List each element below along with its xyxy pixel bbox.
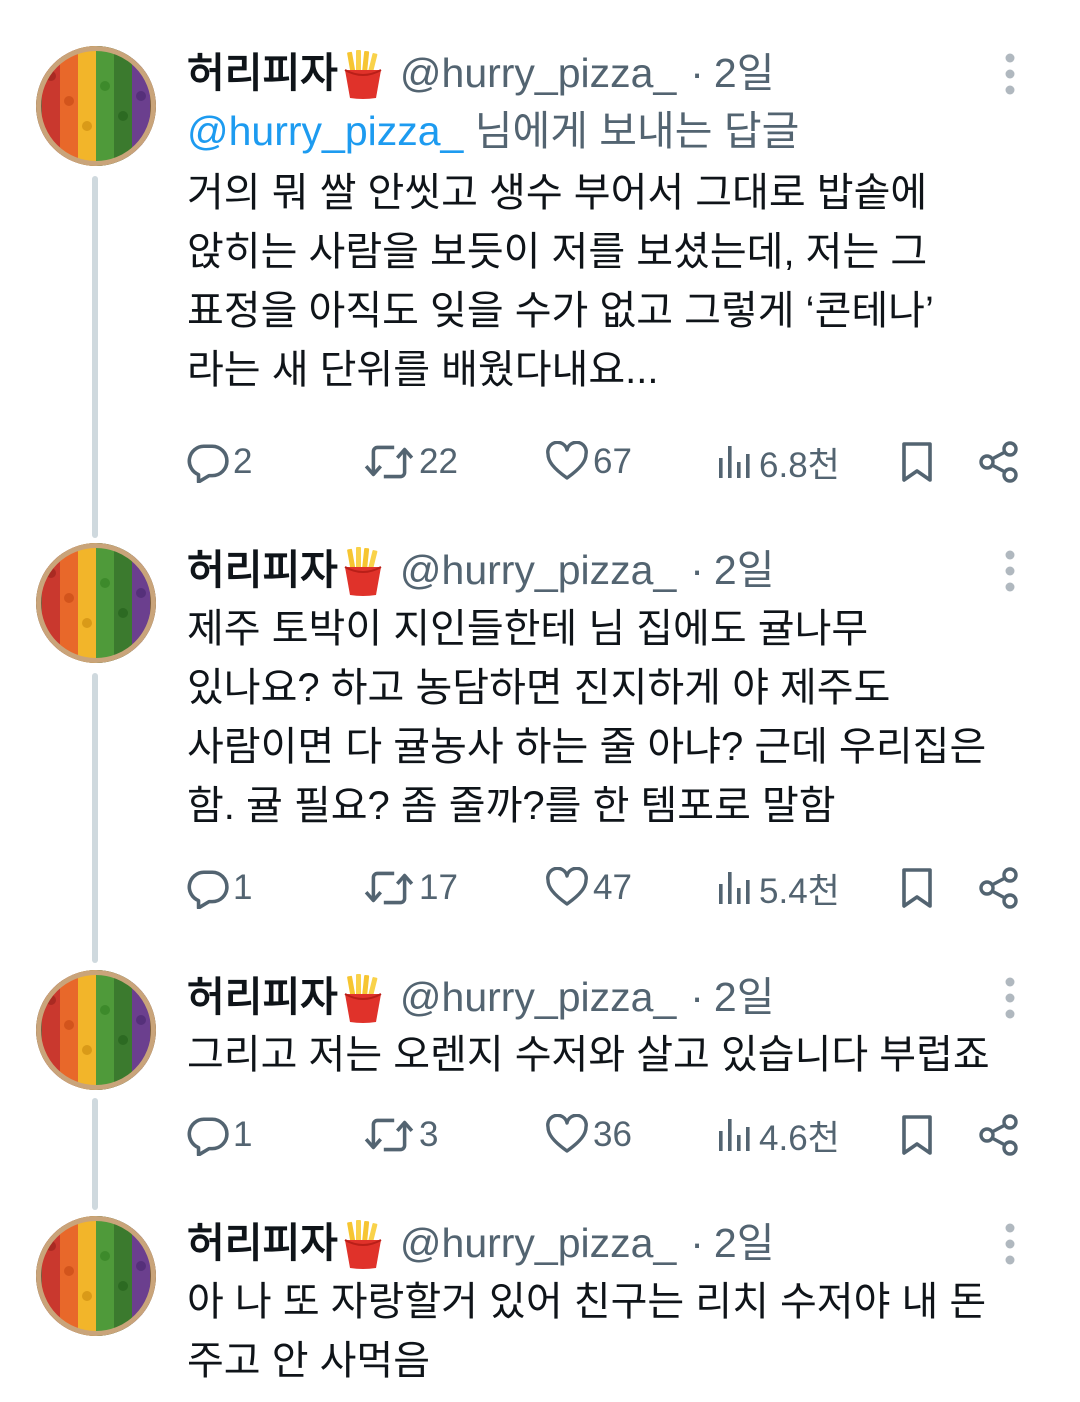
share-icon xyxy=(977,1113,1021,1157)
more-options-icon[interactable] xyxy=(1000,549,1020,593)
reply-count: 2 xyxy=(233,442,253,481)
french-fries-icon xyxy=(340,547,386,597)
french-fries-icon xyxy=(340,974,386,1024)
timestamp[interactable]: 2일 xyxy=(714,44,775,102)
heart-icon xyxy=(545,441,589,483)
timestamp[interactable]: 2일 xyxy=(714,968,775,1026)
separator-dot: · xyxy=(690,50,704,96)
retweet-icon xyxy=(363,441,415,483)
bookmark-button[interactable] xyxy=(897,437,937,487)
timestamp[interactable]: 2일 xyxy=(714,1214,775,1272)
reply-button[interactable]: 2 xyxy=(187,437,252,487)
bookmark-button[interactable] xyxy=(897,863,937,913)
avatar[interactable] xyxy=(36,543,156,663)
replying-to: @hurry_pizza_ 님에게 보내는 답글 xyxy=(187,102,1020,160)
avatar[interactable] xyxy=(36,1216,156,1336)
like-button[interactable]: 67 xyxy=(545,437,632,487)
action-bar: 2 22 67 6.8천 xyxy=(187,437,1037,487)
reply-icon xyxy=(187,441,229,483)
retweet-icon xyxy=(363,1114,415,1156)
views-button[interactable]: 4.6천 xyxy=(715,1110,840,1160)
heart-icon xyxy=(545,1114,589,1156)
more-options-icon[interactable] xyxy=(1000,1222,1020,1266)
tweet-body: 허리피자 @hurry_pizza_ · 2일 @hurry_pizza_ 님에… xyxy=(187,44,1020,400)
tweet-text: 제주 토박이 지인들한테 님 집에도 귤나무 있나요? 하고 농담하면 진지하게… xyxy=(187,607,987,828)
avatar[interactable] xyxy=(36,970,156,1090)
mention-link[interactable]: @hurry_pizza_ xyxy=(187,108,463,154)
display-name[interactable]: 허리피자 xyxy=(187,541,338,599)
reply-icon xyxy=(187,867,229,909)
heart-icon xyxy=(545,867,589,909)
like-count: 47 xyxy=(593,868,632,907)
share-button[interactable] xyxy=(977,863,1021,913)
views-button[interactable]: 6.8천 xyxy=(715,437,840,487)
more-options-icon[interactable] xyxy=(1000,52,1020,96)
timestamp[interactable]: 2일 xyxy=(714,541,775,599)
tweet-body: 허리피자 @hurry_pizza_ · 2일 그리고 저는 오렌지 수저와 살… xyxy=(187,968,1020,1085)
view-count: 6.8천 xyxy=(759,445,840,485)
action-bar: 1 17 47 5.4천 xyxy=(187,863,1037,913)
share-button[interactable] xyxy=(977,437,1021,487)
tweet-body: 허리피자 @hurry_pizza_ · 2일 제주 토박이 지인들한테 님 집… xyxy=(187,541,1020,836)
separator-dot: · xyxy=(690,1220,704,1266)
retweet-count: 22 xyxy=(419,442,458,481)
french-fries-icon xyxy=(340,50,386,100)
tweet-header: 허리피자 @hurry_pizza_ · 2일 xyxy=(187,968,1020,1026)
separator-dot: · xyxy=(690,974,704,1020)
display-name[interactable]: 허리피자 xyxy=(187,44,338,102)
more-options-icon[interactable] xyxy=(1000,976,1020,1020)
like-count: 36 xyxy=(593,1115,632,1154)
retweet-button[interactable]: 17 xyxy=(363,863,458,913)
user-handle[interactable]: @hurry_pizza_ xyxy=(400,541,676,599)
tweet-header: 허리피자 @hurry_pizza_ · 2일 xyxy=(187,541,1020,599)
like-count: 67 xyxy=(593,442,632,481)
retweet-count: 17 xyxy=(419,868,458,907)
retweet-button[interactable]: 3 xyxy=(363,1110,438,1160)
tweet[interactable]: 허리피자 @hurry_pizza_ · 2일 @hurry_pizza_ 님에… xyxy=(0,0,1080,530)
user-handle[interactable]: @hurry_pizza_ xyxy=(400,968,676,1026)
like-button[interactable]: 47 xyxy=(545,863,632,913)
tweet-body: 허리피자 @hurry_pizza_ · 2일 아 나 또 자랑할거 있어 친구… xyxy=(187,1214,1020,1391)
separator-dot: · xyxy=(690,547,704,593)
user-handle[interactable]: @hurry_pizza_ xyxy=(400,1214,676,1272)
share-button[interactable] xyxy=(977,1110,1021,1160)
tweet[interactable]: 허리피자 @hurry_pizza_ · 2일 아 나 또 자랑할거 있어 친구… xyxy=(0,1170,1080,1402)
views-icon xyxy=(715,442,755,482)
like-button[interactable]: 36 xyxy=(545,1110,632,1160)
user-handle[interactable]: @hurry_pizza_ xyxy=(400,44,676,102)
tweet-text: 거의 뭐 쌀 안씻고 생수 부어서 그대로 밥솥에 앉히는 사람을 보듯이 저를… xyxy=(187,171,934,392)
reply-icon xyxy=(187,1114,229,1156)
display-name[interactable]: 허리피자 xyxy=(187,1214,338,1272)
share-icon xyxy=(977,440,1021,484)
views-button[interactable]: 5.4천 xyxy=(715,863,840,913)
retweet-icon xyxy=(363,867,415,909)
french-fries-icon xyxy=(340,1220,386,1270)
tweet[interactable]: 허리피자 @hurry_pizza_ · 2일 제주 토박이 지인들한테 님 집… xyxy=(0,497,1080,927)
tweet[interactable]: 허리피자 @hurry_pizza_ · 2일 그리고 저는 오렌지 수저와 살… xyxy=(0,924,1080,1169)
retweet-count: 3 xyxy=(419,1115,439,1154)
tweet-text: 그리고 저는 오렌지 수저와 살고 있습니다 부럽죠 xyxy=(187,1033,990,1077)
tweet-text: 아 나 또 자랑할거 있어 친구는 리치 수저야 내 돈 주고 안 사먹음 xyxy=(187,1280,987,1383)
display-name[interactable]: 허리피자 xyxy=(187,968,338,1026)
retweet-button[interactable]: 22 xyxy=(363,437,458,487)
avatar[interactable] xyxy=(36,46,156,166)
views-icon xyxy=(715,1115,755,1155)
views-icon xyxy=(715,868,755,908)
reply-button[interactable]: 1 xyxy=(187,1110,252,1160)
bookmark-button[interactable] xyxy=(897,1110,937,1160)
reply-to-label: 님에게 보내는 답글 xyxy=(463,108,800,154)
bookmark-icon xyxy=(897,440,937,484)
reply-count: 1 xyxy=(233,1115,253,1154)
reply-count: 1 xyxy=(233,868,253,907)
tweet-header: 허리피자 @hurry_pizza_ · 2일 xyxy=(187,44,1020,102)
view-count: 4.6천 xyxy=(759,1118,840,1158)
bookmark-icon xyxy=(897,1113,937,1157)
bookmark-icon xyxy=(897,866,937,910)
reply-button[interactable]: 1 xyxy=(187,863,252,913)
share-icon xyxy=(977,866,1021,910)
view-count: 5.4천 xyxy=(759,871,840,911)
action-bar: 1 3 36 4.6천 xyxy=(187,1110,1037,1160)
tweet-header: 허리피자 @hurry_pizza_ · 2일 xyxy=(187,1214,1020,1272)
